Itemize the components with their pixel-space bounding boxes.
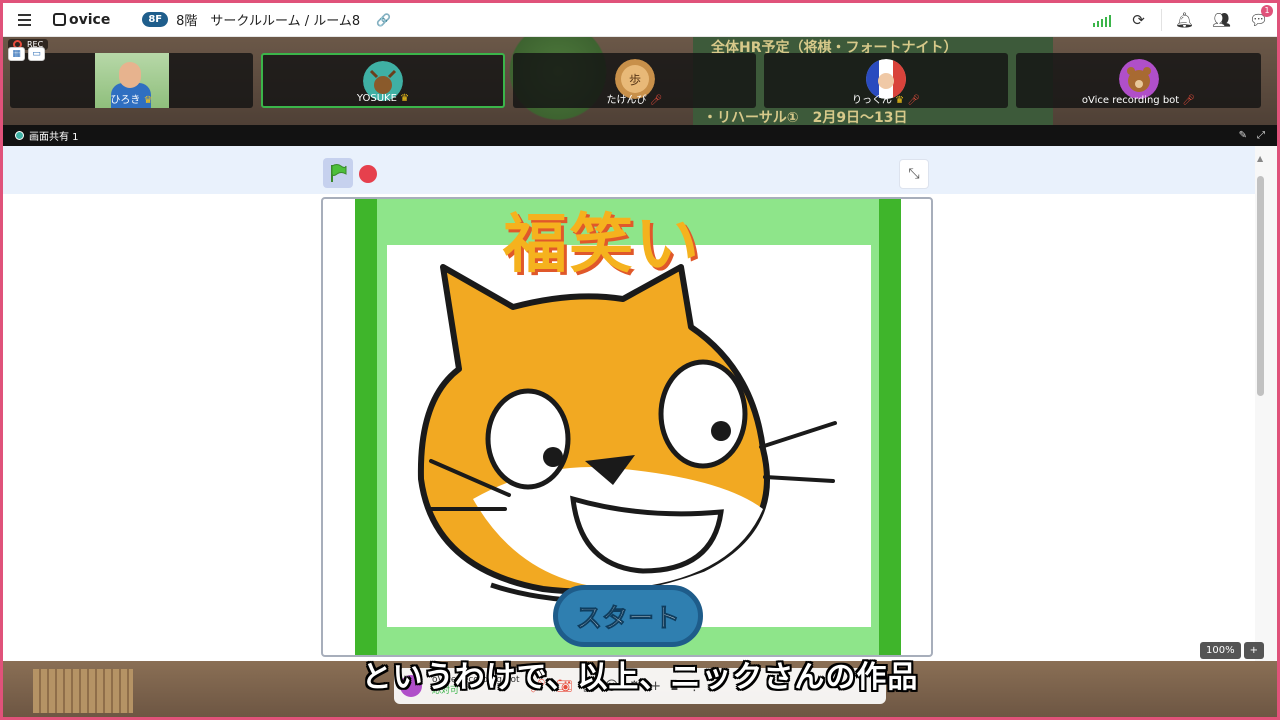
stage-title: 福笑い [503,208,701,282]
participant-name: ひろき ♛ [10,91,253,106]
edit-icon[interactable]: ✎ [1239,130,1247,141]
participant-tile[interactable]: ひろき ♛ [10,53,253,108]
scroll-up-icon[interactable]: ▲ [1257,154,1263,163]
exit-fullscreen-icon[interactable]: ⤡ [899,159,929,189]
participant-name-text: ひろき [110,95,141,106]
participant-name-text: りっくん [851,95,892,106]
green-flag-icon [331,164,347,182]
participant-tile-active[interactable]: YOSUKE ♛ [261,53,505,108]
mic-off-icon: 🎤︎ [1182,95,1196,106]
participant-name-text: YOSUKE [356,93,397,104]
mic-off-icon: 🎤︎ [649,95,663,106]
chat-icon[interactable]: 💬︎ 1 [1240,3,1277,37]
participant-tile[interactable]: りっくん ♛ 🎤︎ [764,53,1008,108]
crown-icon: ♛ [400,93,410,104]
stop-button[interactable] [359,165,377,183]
members-icon[interactable]: 👥︎ [1203,3,1240,37]
link-icon[interactable]: 🔗 [376,13,391,27]
presenter-avatar-dot [15,131,24,140]
top-bar: ovice 8F 8階 サークルルーム / ルーム8 🔗 ⟳ 🔔︎ 👥︎ 💬︎ … [3,3,1277,37]
shared-screen: ⤡ 福笑い スタート [3,146,1255,661]
video-subtitle: というわけで、以上、ニックさんの作品 [361,660,919,695]
menu-icon[interactable] [9,5,39,35]
screen-share-header: 画面共有 1 ✎ ⤢ [3,125,1277,146]
ovice-logo[interactable]: ovice [53,12,110,28]
room-title: 8階 サークルルーム / ルーム8 [176,14,361,29]
grid-view-icon[interactable]: ▦ [8,47,25,61]
start-button[interactable]: スタート [553,585,703,647]
stage-toolbar: ⤡ [3,146,1255,194]
refresh-icon[interactable]: ⟳ [1120,3,1157,37]
expand-icon[interactable]: ⤢ [1257,130,1265,141]
vertical-scrollbar[interactable]: ▲ [1255,146,1277,661]
start-button-label: スタート [575,603,680,634]
logo-mark-icon [53,13,66,26]
notification-badge: 1 [1261,4,1273,17]
view-switcher: ▦ ▭ [8,47,45,61]
layout-view-icon[interactable]: ▭ [28,47,45,61]
participant-avatar [1118,59,1159,99]
divider [1161,8,1162,31]
floor-badge: 8F [142,12,169,27]
participant-tile[interactable]: 歩 たけんぴ 🎤︎ [513,53,756,108]
participant-tile[interactable]: oVice recording bot 🎤︎ [1016,53,1261,108]
mic-off-icon: 🎤︎ [907,95,921,106]
participant-name-text: oVice recording bot [1081,95,1180,106]
green-flag-button[interactable] [323,158,353,188]
svg-text:歩: 歩 [628,72,640,87]
crown-icon: ♛ [895,95,905,106]
bell-icon[interactable]: 🔔︎ [1166,3,1203,37]
scrollbar-thumb[interactable] [1257,176,1264,396]
participant-name-text: たけんぴ [606,95,647,106]
notice-board-line-2: ・リハーサル① 2月9日〜13日 [703,110,908,125]
connection-signal-icon [1084,13,1120,27]
game-stage[interactable]: 福笑い スタート [321,197,933,657]
crown-icon: ♛ [143,95,153,106]
brand-name: ovice [69,11,111,28]
screen-share-label: 画面共有 1 [29,132,79,143]
